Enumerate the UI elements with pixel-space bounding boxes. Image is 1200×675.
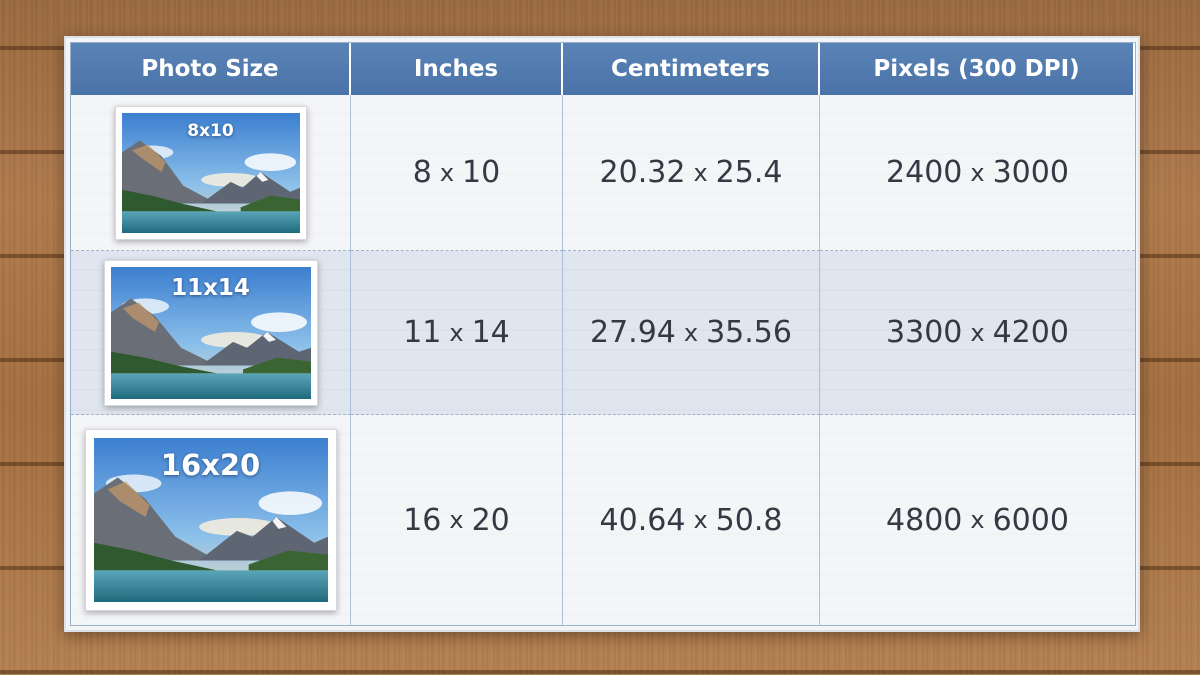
photo-thumbnail-11x14: 11x14 (103, 259, 318, 406)
times-symbol: x (693, 506, 708, 534)
table-row-3-inches: 16 x 20 (351, 415, 563, 625)
table-row-1-centimeters: 20.32 x 25.4 (563, 95, 820, 251)
table-row-1-pixels: 2400 x 3000 (820, 95, 1135, 251)
size-chart-sheet: Photo Size Inches Centimeters Pixels (30… (64, 36, 1140, 632)
times-symbol: x (449, 506, 464, 534)
times-symbol: x (683, 318, 699, 347)
px-width: 4800 (886, 502, 963, 538)
header-inches: Inches (351, 43, 563, 95)
photo-thumbnail-16x20: 16x20 (84, 429, 337, 611)
table-row-2-inches: 11 x 14 (351, 251, 563, 415)
photo-size-table: Photo Size Inches Centimeters Pixels (30… (70, 42, 1136, 626)
photo-thumbnail-8x10: 8x10 (114, 105, 307, 240)
times-symbol: x (970, 318, 985, 347)
cm-height: 25.4 (715, 155, 783, 190)
inches-width: 16 (403, 502, 442, 538)
table-row-1-inches: 8 x 10 (351, 95, 563, 251)
inches-width: 11 (403, 315, 442, 350)
table-row-3-pixels: 4800 x 6000 (820, 415, 1135, 625)
table-row-2-photo-cell: 11x14 (71, 251, 351, 415)
table-row-3-photo-cell: 16x20 (71, 415, 351, 625)
header-photo-size: Photo Size (71, 43, 351, 95)
px-height: 6000 (992, 502, 1069, 538)
px-width: 2400 (886, 155, 963, 190)
table-row-2-centimeters: 27.94 x 35.56 (563, 251, 820, 415)
times-symbol: x (970, 506, 985, 534)
inches-height: 20 (471, 502, 510, 538)
inches-height: 14 (471, 315, 510, 350)
times-symbol: x (970, 158, 985, 187)
table-row-3-centimeters: 40.64 x 50.8 (563, 415, 820, 625)
photo-label-16x20: 16x20 (160, 448, 261, 482)
px-height: 3000 (992, 155, 1069, 190)
px-width: 3300 (886, 315, 963, 350)
times-symbol: x (693, 158, 708, 187)
cm-width: 20.32 (599, 155, 686, 190)
header-pixels: Pixels (300 DPI) (820, 43, 1135, 95)
px-height: 4200 (992, 315, 1069, 350)
times-symbol: x (449, 318, 464, 347)
table-row-2-pixels: 3300 x 4200 (820, 251, 1135, 415)
inches-width: 8 (412, 155, 432, 190)
cm-height: 50.8 (715, 502, 783, 538)
table-row-1-photo-cell: 8x10 (71, 95, 351, 251)
header-centimeters: Centimeters (563, 43, 820, 95)
photo-label-8x10: 8x10 (187, 120, 234, 141)
cm-height: 35.56 (706, 315, 792, 350)
inches-height: 10 (462, 155, 501, 190)
photo-label-11x14: 11x14 (171, 274, 250, 301)
cm-width: 27.94 (590, 315, 676, 350)
times-symbol: x (439, 158, 455, 187)
cm-width: 40.64 (599, 502, 686, 538)
